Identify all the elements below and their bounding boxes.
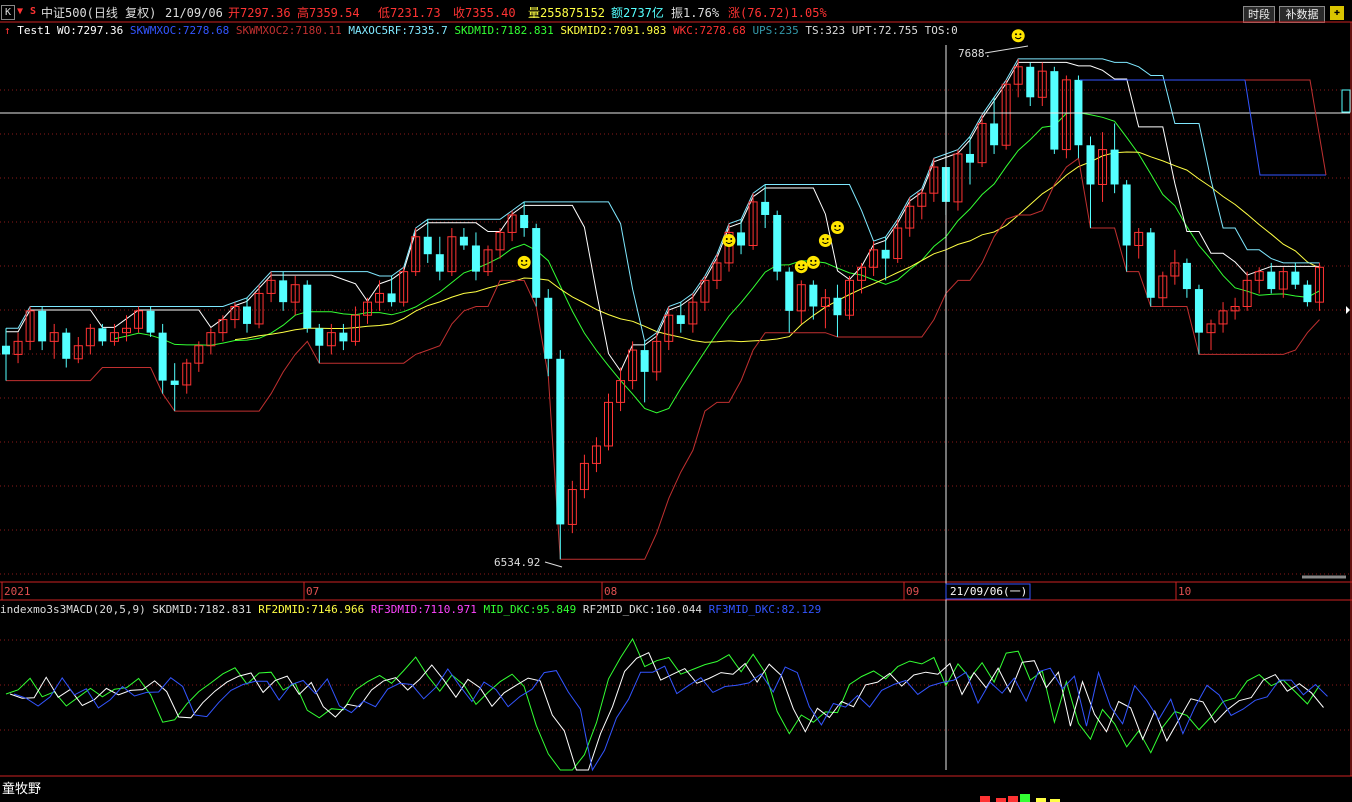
candle-body — [1194, 289, 1203, 333]
volume-bar — [1008, 796, 1018, 802]
candle-body — [640, 350, 649, 372]
candle-body — [881, 249, 890, 259]
candle-body — [303, 284, 312, 329]
candle-body — [1267, 271, 1276, 290]
smiley-eye — [834, 224, 837, 227]
candle-body — [676, 315, 685, 324]
volume-bar — [1036, 798, 1046, 802]
month-label: 07 — [306, 585, 319, 598]
candle-body — [785, 271, 794, 311]
osc-green-line — [5, 637, 1320, 771]
price-chart[interactable]: 7688. 6534.92 2021 07 08 09 21/09/06(一) 10 — [0, 0, 1352, 802]
crosshair-date-label: 21/09/06(一) — [950, 585, 1027, 598]
high-price-pointer — [984, 45, 1029, 54]
candle-body — [62, 332, 71, 359]
high-price-label: 7688. — [958, 47, 991, 60]
candle-body — [1122, 184, 1131, 246]
smiley-icon — [830, 220, 844, 234]
candle-body — [773, 214, 782, 272]
smiley-eye — [802, 264, 805, 267]
cursor-arrow-icon — [1346, 306, 1350, 314]
smiley-eye — [520, 259, 523, 262]
candle-body — [158, 332, 167, 381]
candle-body — [339, 332, 348, 342]
osc-blue-line — [13, 665, 1328, 772]
candle-body — [761, 201, 770, 215]
smiley-eye — [1019, 33, 1022, 36]
low-price-label: 6534.92 — [494, 556, 540, 569]
candle-body — [1182, 262, 1191, 290]
candle-body — [435, 254, 444, 272]
right-marker — [1341, 89, 1351, 113]
channel-white-line — [6, 61, 1320, 373]
smiley-icon — [722, 234, 736, 248]
smiley-eye — [810, 259, 813, 262]
smiley-eye — [822, 238, 825, 241]
candle-body — [170, 380, 179, 385]
smiley-icon — [794, 260, 808, 274]
candle-body — [1110, 149, 1119, 185]
legend-item: RF3MID_DKC:82.129 — [708, 603, 822, 616]
channel-upper-line — [6, 58, 1320, 343]
candle-body — [38, 310, 47, 342]
smiley-eye — [826, 238, 829, 241]
candle-body — [2, 345, 10, 355]
volume-bar — [996, 798, 1006, 802]
candle-body — [146, 310, 155, 333]
candle-body — [556, 358, 565, 525]
candle-body — [966, 153, 974, 163]
candle-body — [98, 328, 107, 342]
low-price-pointer — [544, 561, 563, 568]
candle-body — [1086, 145, 1095, 185]
author-name: 童牧野 — [2, 782, 42, 797]
candle-body — [387, 293, 396, 303]
candle-body — [315, 328, 324, 346]
candle-body — [990, 123, 999, 146]
smiley-eye — [525, 259, 528, 262]
smiley-eye — [1015, 33, 1017, 36]
smiley-eye — [798, 264, 801, 267]
legend-item: RF3DMID:7110.971 — [370, 603, 484, 616]
candle-body — [833, 297, 842, 316]
candle-body — [279, 280, 288, 303]
smiley-icon — [806, 255, 820, 269]
month-label: 08 — [604, 585, 617, 598]
candle-body — [532, 228, 541, 298]
sub-indicator-legend: indexmo3s3MACD(20,5,9) SKDMID:7182.831 R… — [0, 602, 821, 618]
month-label: 2021 — [4, 585, 31, 598]
month-label: 10 — [1178, 585, 1191, 598]
candle-body — [423, 236, 432, 255]
candle-body — [459, 236, 468, 246]
smiley-icon — [818, 234, 832, 248]
smiley-eye — [725, 238, 728, 241]
legend-item: SKDMID:7182.831 — [152, 603, 259, 616]
candle-body — [737, 232, 746, 246]
volume-bar — [980, 796, 990, 802]
legend-item: RF2MID_DKC:160.044 — [582, 603, 709, 616]
smiley-eye — [814, 259, 817, 262]
volume-bar — [1020, 794, 1030, 802]
legend-item: RF2DMID:7146.966 — [258, 603, 371, 616]
candle-body — [520, 214, 529, 229]
candle-body — [1050, 71, 1059, 150]
smiley-eye — [838, 224, 841, 227]
candle-body — [1146, 232, 1155, 298]
projection-red-line — [1245, 79, 1327, 176]
smiley-eye — [730, 238, 733, 241]
legend-item: MID_DKC:95.849 — [483, 603, 583, 616]
candle-body — [243, 306, 251, 324]
smiley-icon — [517, 255, 531, 269]
candle-body — [1303, 284, 1312, 303]
candle-body — [1026, 66, 1035, 98]
candle-body — [544, 297, 553, 359]
candle-body — [809, 284, 818, 307]
legend-item: indexmo3s3MACD(20,5,9) — [0, 603, 153, 616]
month-label: 09 — [906, 585, 919, 598]
candle-body — [1291, 271, 1300, 285]
candle-body — [471, 245, 480, 272]
smiley-icon — [1011, 29, 1025, 43]
